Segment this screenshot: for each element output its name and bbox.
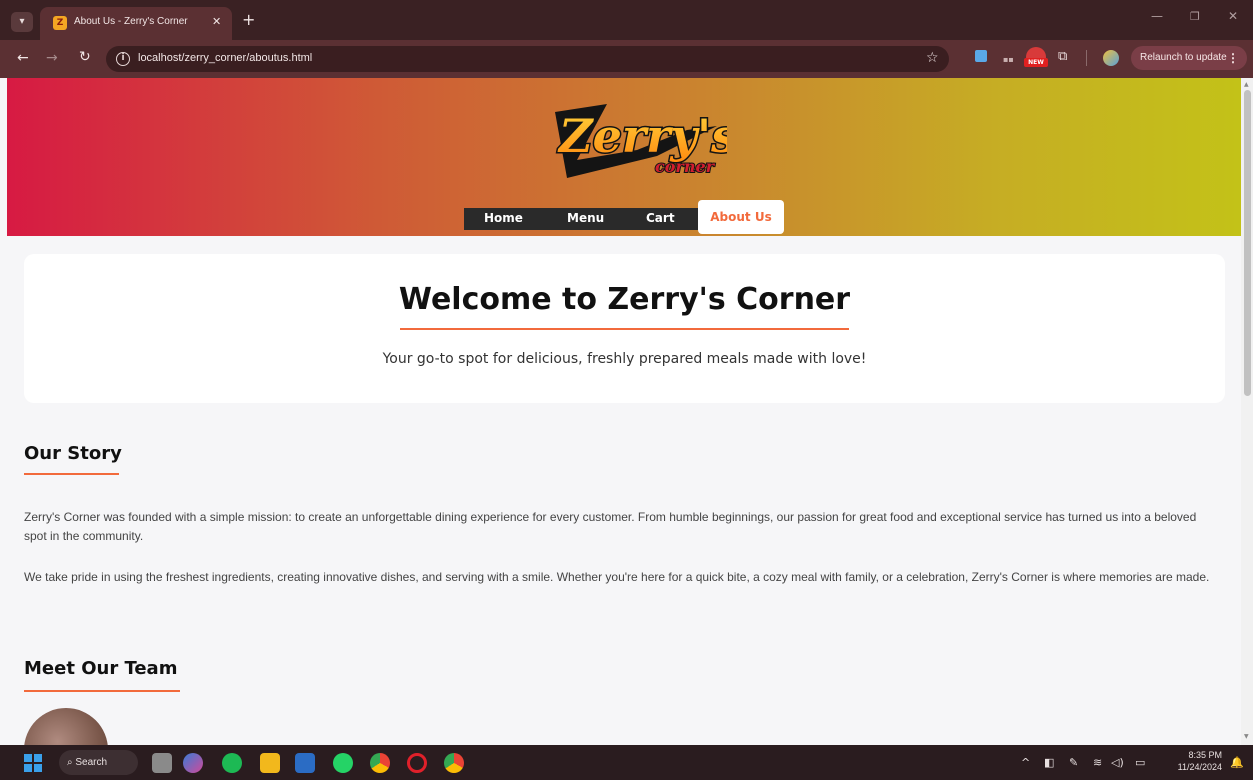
story-paragraph-2: We take pride in using the freshest ingr…: [24, 570, 1210, 584]
battery-icon[interactable]: ▭: [1135, 756, 1145, 769]
scroll-up-arrow-icon[interactable]: ▲: [1244, 81, 1249, 88]
windows-taskbar: ⌕ Search ^ ◧ ✎ ≋ ◁) ▭ 8:35 PM 11/24/2024…: [0, 745, 1253, 780]
nav-home-link[interactable]: Home: [484, 211, 523, 225]
scroll-down-arrow-icon[interactable]: ▼: [1244, 733, 1249, 740]
favicon-icon: Z: [53, 16, 67, 30]
browser-tab-bar: ▾ Z About Us - Zerry's Corner ✕ + — ❐ ✕: [0, 0, 1253, 40]
window-restore-icon[interactable]: ❐: [1190, 10, 1200, 23]
address-bar[interactable]: i localhost/zerry_corner/aboutus.html ☆: [106, 46, 949, 72]
search-label: Search: [75, 757, 108, 768]
word-icon[interactable]: [295, 753, 315, 773]
tray-chevron-up-icon[interactable]: ^: [1021, 756, 1030, 769]
browser-tab[interactable]: Z About Us - Zerry's Corner ✕: [40, 7, 232, 40]
more-menu-icon[interactable]: ⋮: [1227, 46, 1239, 70]
extension-icon[interactable]: [975, 50, 987, 62]
story-paragraph-1: Zerry's Corner was founded with a simple…: [24, 510, 1197, 543]
window-close-icon[interactable]: ✕: [1228, 9, 1238, 23]
nav-cart-link[interactable]: Cart: [646, 211, 675, 225]
welcome-card: Welcome to Zerry's Corner Your go-to spo…: [24, 254, 1225, 403]
opera-icon[interactable]: [407, 753, 427, 773]
file-explorer-icon[interactable]: [260, 753, 280, 773]
page-title: Welcome to Zerry's Corner: [398, 282, 851, 317]
title-underline: [400, 328, 849, 330]
profile-avatar-icon[interactable]: [1103, 50, 1119, 66]
welcome-subtitle: Your go-to spot for delicious, freshly p…: [382, 351, 867, 367]
new-badge: NEW: [1024, 58, 1048, 67]
whatsapp-icon[interactable]: [333, 753, 353, 773]
tray-pen-icon[interactable]: ✎: [1069, 756, 1078, 769]
extension-dots-icon[interactable]: ▪▪: [1003, 55, 1014, 64]
hero-header: Zerry's corner Home Menu Cart About Us: [7, 78, 1241, 236]
tray-app-icon[interactable]: ◧: [1044, 756, 1054, 769]
tab-title: About Us - Zerry's Corner: [74, 16, 188, 27]
notification-bell-icon[interactable]: 🔔: [1230, 756, 1244, 769]
reload-icon[interactable]: ↻: [79, 49, 91, 65]
clock-date: 11/24/2024: [1177, 762, 1222, 772]
nav-menu-link[interactable]: Menu: [567, 211, 604, 225]
volume-icon[interactable]: ◁): [1111, 756, 1124, 769]
zerrys-corner-logo[interactable]: Zerry's corner: [537, 90, 727, 190]
bookmark-star-icon[interactable]: ☆: [926, 50, 939, 66]
new-tab-plus-icon[interactable]: +: [242, 10, 255, 29]
page-scrollbar[interactable]: ▲ ▼: [1241, 78, 1253, 745]
window-minimize-icon[interactable]: —: [1151, 9, 1163, 23]
back-arrow-icon[interactable]: ←: [17, 50, 29, 66]
scroll-thumb[interactable]: [1244, 90, 1251, 396]
relaunch-label: Relaunch to update: [1140, 52, 1227, 63]
taskbar-clock[interactable]: 8:35 PM 11/24/2024: [1166, 749, 1222, 773]
our-story-heading: Our Story: [24, 443, 122, 464]
forward-arrow-icon[interactable]: →: [46, 50, 58, 66]
extensions-puzzle-icon[interactable]: ⧉: [1058, 49, 1067, 64]
tab-close-icon[interactable]: ✕: [212, 15, 221, 28]
main-nav: Home Menu Cart: [464, 208, 704, 230]
url-text[interactable]: localhost/zerry_corner/aboutus.html: [138, 52, 312, 64]
toolbar-divider: [1086, 50, 1087, 66]
team-member-avatar: [24, 708, 108, 745]
clock-time: 8:35 PM: [1188, 750, 1222, 760]
wifi-icon[interactable]: ≋: [1093, 756, 1102, 769]
copilot-icon[interactable]: [183, 753, 203, 773]
taskbar-search[interactable]: ⌕ Search: [59, 750, 138, 775]
page-viewport: Zerry's corner Home Menu Cart About Us W…: [0, 78, 1241, 745]
our-story-underline: [24, 473, 119, 475]
chrome-icon[interactable]: [370, 753, 390, 773]
nav-about-us-link[interactable]: About Us: [698, 200, 784, 234]
extension-new-icon[interactable]: NEW: [1024, 47, 1048, 67]
relaunch-button[interactable]: Relaunch to update ⋮: [1131, 46, 1247, 70]
chrome-profile-icon[interactable]: [444, 753, 464, 773]
meet-our-team-heading: Meet Our Team: [24, 658, 178, 679]
logo-main-text: Zerry's: [557, 109, 727, 163]
windows-start-icon[interactable]: [24, 754, 42, 772]
site-info-icon[interactable]: i: [116, 52, 130, 66]
spotify-icon[interactable]: [222, 753, 242, 773]
task-view-icon[interactable]: [152, 753, 172, 773]
tab-search-chevron-icon[interactable]: ▾: [11, 12, 33, 32]
meet-our-team-underline: [24, 690, 180, 692]
logo-sub-text: corner: [655, 157, 716, 176]
